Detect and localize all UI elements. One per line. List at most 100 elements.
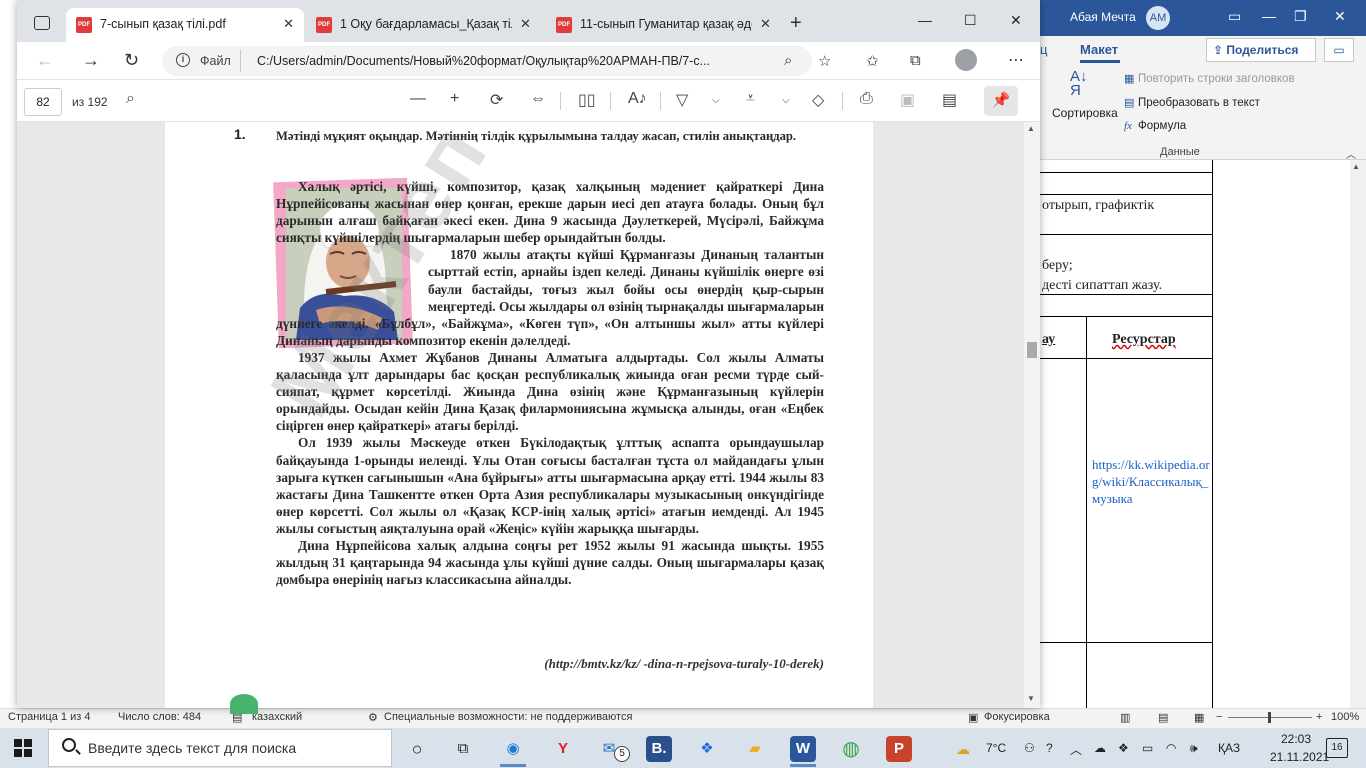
status-accessibility[interactable]: Специальные возможности: не поддерживают… bbox=[384, 711, 632, 723]
comment-icon[interactable]: ▭ bbox=[1324, 38, 1354, 62]
chevron-up-icon[interactable]: ︿ bbox=[1346, 146, 1356, 161]
profile-icon[interactable] bbox=[955, 49, 977, 71]
print-layout-icon[interactable]: ▤ bbox=[1158, 711, 1168, 724]
eraser-icon[interactable]: ◇ bbox=[812, 90, 824, 110]
pin-toolbar-icon[interactable]: 📌 bbox=[984, 86, 1018, 116]
app-b-icon[interactable]: B. bbox=[646, 736, 672, 762]
minimize-button[interactable]: — bbox=[918, 12, 932, 28]
add-favorite-icon[interactable]: ☆ bbox=[818, 52, 831, 70]
save-as-icon[interactable]: ▤ bbox=[942, 90, 957, 110]
word-tab-partial[interactable]: ц bbox=[1040, 42, 1047, 57]
chevron-down-icon[interactable]: ⌵ bbox=[712, 95, 720, 106]
word-icon[interactable]: W bbox=[790, 736, 816, 762]
scrollbar-thumb[interactable] bbox=[1027, 342, 1037, 358]
zoom-in-icon[interactable]: + bbox=[450, 90, 459, 108]
powerpoint-icon[interactable]: P bbox=[886, 736, 912, 762]
read-aloud-icon[interactable]: A♪ bbox=[628, 90, 647, 108]
word-scrollbar[interactable] bbox=[1350, 160, 1366, 708]
edge-icon[interactable]: ◉ bbox=[500, 736, 526, 762]
scroll-up-icon[interactable]: ▲ bbox=[1352, 162, 1360, 171]
volume-icon[interactable]: 🕪 bbox=[1190, 741, 1198, 756]
more-menu-icon[interactable]: ⋯ bbox=[1008, 50, 1024, 70]
status-page[interactable]: Страница 1 из 4 bbox=[8, 711, 90, 723]
zoom-in-icon[interactable]: + bbox=[1316, 711, 1322, 723]
formula-button[interactable]: fx Формула bbox=[1124, 120, 1186, 132]
weather-icon[interactable]: ☁ bbox=[956, 741, 970, 758]
search-input[interactable]: Введите здесь текст для поиска bbox=[88, 740, 296, 756]
close-icon[interactable]: ✕ bbox=[760, 16, 1356, 32]
wifi-icon[interactable]: ◠ bbox=[1166, 741, 1176, 755]
task-view-icon[interactable]: ⧉ bbox=[450, 736, 476, 762]
tab-pdf-program[interactable]: PDF 1 Оқу бағдарламасы_Қазақ тілі bbox=[306, 8, 542, 42]
notification-center-icon[interactable]: 16 bbox=[1326, 738, 1348, 758]
scroll-down-icon[interactable]: ▼ bbox=[1027, 694, 1035, 703]
resource-link[interactable]: https://kk.wikipedia.org/wiki/Классикалы… bbox=[1092, 456, 1210, 507]
table-line bbox=[1040, 642, 1212, 643]
page-number-input[interactable]: 82 bbox=[24, 88, 62, 116]
tab-maket[interactable]: Макет bbox=[1080, 42, 1118, 57]
repeat-headers-icon: ▦ bbox=[1124, 73, 1135, 85]
yandex-icon[interactable]: Y bbox=[550, 736, 576, 762]
maximize-button[interactable]: ☐ bbox=[964, 12, 977, 29]
zoom-level[interactable]: 100% bbox=[1331, 711, 1359, 723]
scroll-up-icon[interactable]: ▲ bbox=[1027, 124, 1035, 133]
zoom-icon[interactable]: ⌕ bbox=[784, 52, 792, 69]
share-button[interactable]: ⇪ Поделиться bbox=[1206, 38, 1316, 62]
save-icon[interactable]: ▣ bbox=[900, 90, 915, 110]
tab-pdf-11[interactable]: PDF 11-сынып Гуманитар қазақ әде bbox=[546, 8, 782, 42]
forward-icon[interactable]: → bbox=[82, 50, 100, 71]
highlight-icon[interactable]: ⩡ bbox=[746, 90, 755, 108]
cloud-icon[interactable]: ☁ bbox=[1094, 741, 1106, 755]
collections-icon[interactable]: ⧉ bbox=[910, 52, 921, 69]
network-icon[interactable]: ▭ bbox=[1142, 741, 1153, 755]
windows-start-icon[interactable] bbox=[14, 739, 32, 757]
search-icon[interactable]: ⌕ bbox=[126, 90, 135, 108]
info-icon[interactable]: i bbox=[176, 53, 190, 67]
convert-to-text-button[interactable]: ▤ Преобразовать в текст bbox=[1124, 96, 1260, 109]
web-layout-icon[interactable]: ▦ bbox=[1194, 711, 1204, 724]
tab-pdf-7[interactable]: PDF 7-сынып қазақ тілі.pdf ✕ bbox=[66, 8, 304, 42]
draw-icon[interactable]: ▽ bbox=[676, 90, 688, 110]
temperature[interactable]: 7°C bbox=[986, 741, 1006, 755]
new-tab-button[interactable]: + bbox=[790, 12, 802, 35]
tab-active-indicator bbox=[1080, 60, 1120, 63]
clock-time[interactable]: 22:03 bbox=[1281, 732, 1311, 746]
dropbox-tray-icon[interactable]: ❖ bbox=[1118, 741, 1129, 755]
fit-width-icon[interactable]: ⇔ bbox=[530, 90, 546, 108]
page-view-icon[interactable]: ▯▯ bbox=[578, 90, 596, 110]
status-words[interactable]: Число слов: 484 bbox=[118, 711, 201, 723]
back-icon[interactable]: ← bbox=[36, 50, 54, 71]
clock-date[interactable]: 21.11.2021 bbox=[1270, 750, 1329, 764]
close-window-button[interactable]: ✕ bbox=[1010, 12, 1022, 29]
status-language[interactable]: казахский bbox=[252, 711, 302, 723]
rotate-icon[interactable]: ⟳ bbox=[490, 90, 503, 110]
chevron-down-icon[interactable]: ⌵ bbox=[782, 95, 790, 106]
people-icon[interactable]: ⚇ bbox=[1024, 741, 1035, 755]
cortana-icon[interactable]: ○ bbox=[404, 736, 430, 762]
sort-icon[interactable]: A↓ Я bbox=[1070, 69, 1088, 98]
zoom-out-icon[interactable]: − bbox=[1216, 711, 1222, 723]
chevron-up-icon[interactable]: ︿ bbox=[1070, 741, 1082, 758]
zoom-out-icon[interactable]: — bbox=[410, 90, 426, 108]
tab-actions-icon[interactable] bbox=[34, 16, 50, 30]
favorites-icon[interactable]: ✩ bbox=[866, 52, 879, 70]
file-explorer-icon[interactable]: ▰ bbox=[742, 736, 768, 762]
close-icon[interactable]: ✕ bbox=[283, 16, 294, 32]
tab-label: 1 Оқу бағдарламасы_Қазақ тілі bbox=[340, 17, 521, 31]
dropbox-icon[interactable]: ❖ bbox=[694, 736, 720, 762]
repeat-headers-button[interactable]: ▦ Повторить строки заголовков bbox=[1124, 72, 1295, 85]
zoom-slider-thumb[interactable] bbox=[1268, 712, 1271, 723]
refresh-icon[interactable]: ↻ bbox=[124, 50, 139, 71]
help-icon[interactable]: ? bbox=[1046, 741, 1053, 755]
pdf-file-icon: PDF bbox=[556, 17, 572, 33]
focus-icon: ▣ bbox=[968, 712, 979, 724]
url-text[interactable]: C:/Users/admin/Documents/Новый%20формат/… bbox=[257, 54, 772, 68]
repeat-headers-label: Повторить строки заголовков bbox=[1138, 73, 1295, 85]
sort-button[interactable]: Сортировка bbox=[1052, 106, 1118, 120]
read-mode-icon[interactable]: ▥ bbox=[1120, 711, 1130, 724]
print-icon[interactable]: ⎙ bbox=[860, 90, 873, 108]
pdf-scrollbar[interactable] bbox=[1024, 122, 1040, 708]
focus-button[interactable]: Фокусировка bbox=[984, 711, 1050, 723]
input-language[interactable]: ҚАЗ bbox=[1218, 741, 1240, 755]
chrome-icon[interactable]: ◍ bbox=[838, 736, 864, 762]
